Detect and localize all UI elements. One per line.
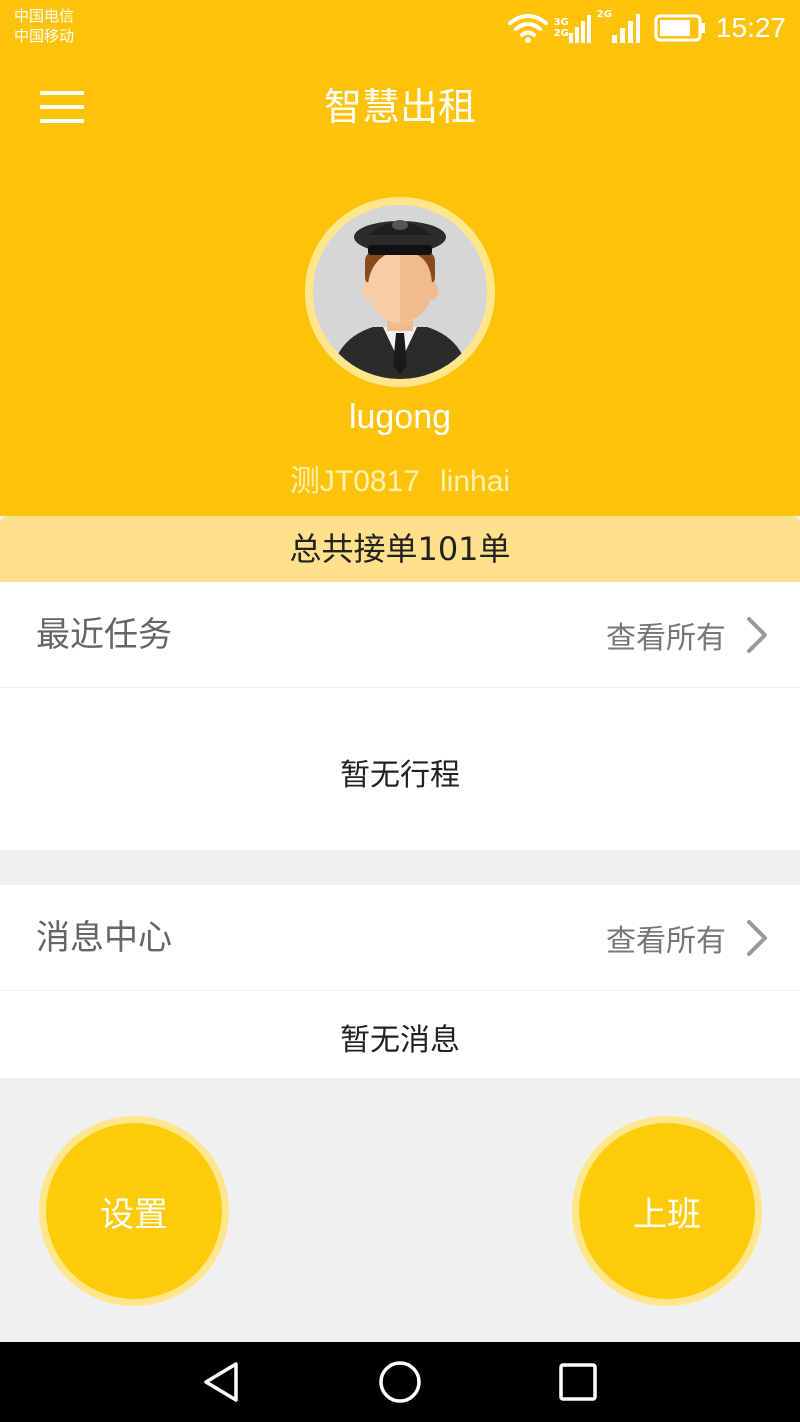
driver-avatar-image (313, 205, 487, 379)
profile-header: 中国电信 中国移动 3G 2G 2G 15:27 智慧出租 lugong 测JT… (0, 0, 800, 516)
signal-strength-2-icon (611, 14, 640, 43)
recent-tasks-view-all-link[interactable]: 查看所有 (606, 610, 770, 660)
clock: 15:27 (715, 12, 786, 43)
username: lugong (348, 398, 452, 436)
message-center-title: 消息中心 (36, 918, 172, 958)
settings-button-label: 设置 (46, 1123, 222, 1299)
no-messages-text: 暂无消息 (340, 1023, 460, 1058)
avatar[interactable] (305, 197, 495, 387)
app-title: 智慧出租 (323, 85, 476, 129)
signal-2-label: 2G (596, 9, 612, 20)
chauffeur-icon (313, 205, 487, 379)
battery-icon (654, 14, 705, 42)
carrier-info: 中国电信 中国移动 (14, 6, 74, 46)
wifi-icon (507, 14, 548, 43)
company-name: linhai (440, 465, 511, 498)
message-center-card: 消息中心 查看所有 暂无消息 (0, 885, 800, 1078)
recent-tasks-card: 最近任务 查看所有 暂无行程 (0, 582, 800, 850)
app-bar: 智慧出租 (0, 56, 800, 160)
signal-strength-1-icon (568, 15, 591, 43)
signal-1-labels: 3G 2G (554, 17, 569, 39)
view-all-label: 查看所有 (606, 621, 726, 656)
settings-button[interactable]: 设置 (39, 1116, 229, 1306)
message-center-view-all-link[interactable]: 查看所有 (606, 913, 770, 963)
recent-tasks-title: 最近任务 (36, 615, 172, 655)
carrier-mobile: 中国移动 (14, 27, 75, 45)
total-orders-banner: 总共接单101单 (0, 516, 800, 582)
status-icons: 3G 2G 2G 15:27 (507, 6, 786, 50)
carrier-telecom: 中国电信 (14, 7, 75, 25)
back-triangle-icon[interactable] (198, 1358, 246, 1406)
signal-1-top-label: 3G (553, 17, 569, 28)
no-trips-text: 暂无行程 (340, 758, 460, 793)
view-all-label: 查看所有 (606, 924, 726, 959)
vehicle-info: 测JT0817 linhai (0, 456, 800, 500)
recents-square-icon[interactable] (554, 1358, 602, 1406)
go-on-duty-button[interactable]: 上班 (572, 1116, 762, 1306)
signal-1-bottom-label: 2G (553, 28, 569, 39)
recent-tasks-header: 最近任务 查看所有 (0, 582, 800, 688)
chevron-right-icon (747, 920, 767, 956)
system-navigation-bar (0, 1342, 800, 1422)
plate-number: 测JT0817 (289, 465, 420, 498)
go-on-duty-button-label: 上班 (579, 1123, 755, 1299)
chevron-right-icon (747, 617, 767, 653)
home-circle-icon[interactable] (376, 1358, 424, 1406)
status-bar: 中国电信 中国移动 3G 2G 2G 15:27 (0, 0, 800, 56)
message-center-header: 消息中心 查看所有 (0, 885, 800, 991)
